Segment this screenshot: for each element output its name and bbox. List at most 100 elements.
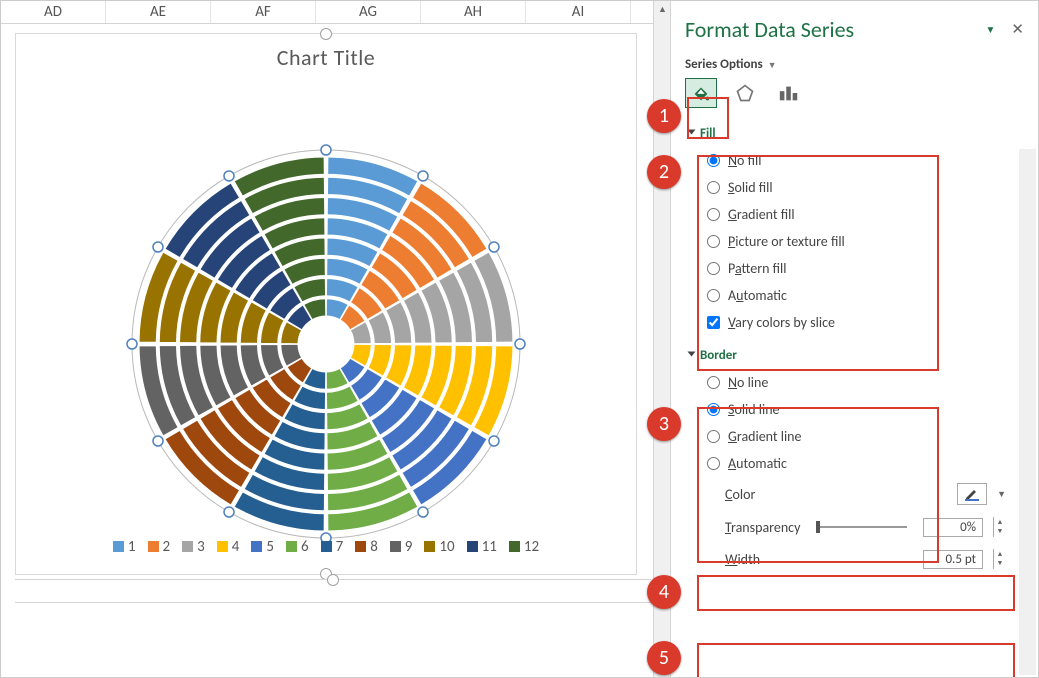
legend-item[interactable]: 9: [390, 538, 413, 556]
legend-swatch: [286, 541, 297, 552]
legend-swatch: [321, 541, 332, 552]
border-option-gradient[interactable]: Gradient line: [685, 423, 1010, 450]
scroll-up-icon[interactable]: ▲: [654, 1, 671, 18]
legend-label: 2: [163, 538, 171, 556]
radio-solid-fill[interactable]: [707, 181, 720, 194]
fill-option-picture[interactable]: Picture or texture fill: [685, 228, 1010, 255]
border-option-automatic[interactable]: Automatic: [685, 450, 1010, 477]
col-header[interactable]: AH: [421, 1, 526, 23]
legend-item[interactable]: 12: [509, 538, 539, 556]
vary-colors-checkbox-row[interactable]: Vary colors by slice: [685, 309, 1010, 336]
legend-item[interactable]: 3: [182, 538, 205, 556]
fill-option-solid[interactable]: Solid fill: [685, 174, 1010, 201]
border-heading-label: Border: [700, 348, 737, 363]
chart-object[interactable]: Chart Title 123456789101112: [15, 33, 637, 575]
tab-series-options[interactable]: [773, 78, 805, 108]
legend-label: 12: [524, 538, 539, 556]
tab-effects[interactable]: [729, 78, 761, 108]
radio-no-fill[interactable]: [707, 154, 720, 167]
col-header[interactable]: AI: [526, 1, 631, 23]
border-section-header[interactable]: Border: [685, 342, 1010, 369]
chart-handle[interactable]: [327, 574, 339, 586]
border-option-solid[interactable]: Solid line: [685, 396, 1010, 423]
legend-item[interactable]: 6: [286, 538, 309, 556]
legend-item[interactable]: 4: [217, 538, 240, 556]
sunburst-chart[interactable]: [126, 144, 526, 548]
width-label: Width: [725, 551, 760, 568]
fill-option-automatic[interactable]: Automatic: [685, 282, 1010, 309]
legend-label: 8: [370, 538, 378, 556]
width-value[interactable]: 0.5 pt: [923, 550, 983, 569]
fill-section-header[interactable]: Fill: [685, 120, 1010, 147]
pane-vscrollbar[interactable]: [1019, 149, 1036, 675]
col-header[interactable]: AD: [1, 1, 106, 23]
fill-option-no-fill[interactable]: NNo fillo fill: [685, 147, 1010, 174]
series-options-dropdown[interactable]: Series Options ▼: [671, 49, 1038, 78]
width-row: Width 0.5 pt ▲▼: [685, 543, 1010, 575]
callout-number: 1: [647, 99, 681, 133]
spinner-buttons[interactable]: ▲▼: [993, 517, 1006, 537]
legend-swatch: [467, 541, 478, 552]
legend-label: 11: [482, 538, 497, 556]
col-header[interactable]: AF: [211, 1, 316, 23]
transparency-value[interactable]: 0%: [923, 518, 983, 537]
legend-swatch: [424, 541, 435, 552]
col-header[interactable]: AG: [316, 1, 421, 23]
legend-item[interactable]: 2: [148, 538, 171, 556]
color-picker-button[interactable]: [957, 483, 987, 505]
pane-header: Format Data Series ▼ ✕: [671, 1, 1038, 49]
legend-item[interactable]: 7: [321, 538, 344, 556]
radio-gradient-fill[interactable]: [707, 208, 720, 221]
chart-legend[interactable]: 123456789101112: [16, 538, 636, 556]
pen-color-icon: [964, 486, 980, 502]
radio-automatic-line[interactable]: [707, 457, 720, 470]
checkbox-vary-colors[interactable]: [707, 316, 720, 329]
radio-automatic-fill[interactable]: [707, 289, 720, 302]
worksheet-row[interactable]: [15, 579, 651, 603]
spinner-buttons[interactable]: ▲▼: [993, 549, 1006, 569]
radio-pattern-fill[interactable]: [707, 262, 720, 275]
legend-swatch: [355, 541, 366, 552]
legend-label: 9: [405, 538, 413, 556]
legend-item[interactable]: 11: [467, 538, 497, 556]
legend-swatch: [182, 541, 193, 552]
chevron-down-icon[interactable]: ▼: [997, 489, 1006, 500]
radio-no-line[interactable]: [707, 376, 720, 389]
close-icon[interactable]: ✕: [1011, 20, 1024, 39]
legend-item[interactable]: 8: [355, 538, 378, 556]
legend-swatch: [217, 541, 228, 552]
callout-number: 5: [647, 641, 681, 675]
legend-item[interactable]: 5: [251, 538, 274, 556]
border-option-no-line[interactable]: No line: [685, 369, 1010, 396]
radio-gradient-line[interactable]: [707, 430, 720, 443]
transparency-slider[interactable]: [816, 526, 907, 528]
radio-picture-fill[interactable]: [707, 235, 720, 248]
fill-option-pattern[interactable]: Pattern fill: [685, 255, 1010, 282]
tab-fill-and-line[interactable]: [685, 78, 717, 108]
radio-solid-line[interactable]: [707, 403, 720, 416]
legend-swatch: [148, 541, 159, 552]
worksheet-area: AD AE AF AG AH AI ▲ Chart Title 12345678…: [1, 1, 671, 678]
legend-label: 1: [128, 538, 136, 556]
legend-label: 6: [301, 538, 309, 556]
pane-title: Format Data Series: [685, 16, 986, 43]
legend-swatch: [390, 541, 401, 552]
legend-label: 4: [232, 538, 240, 556]
callout-number: 4: [647, 575, 681, 609]
col-header[interactable]: AE: [106, 1, 211, 23]
format-task-pane: Format Data Series ▼ ✕ Series Options ▼ …: [670, 1, 1038, 678]
legend-label: 5: [266, 538, 274, 556]
legend-item[interactable]: 10: [424, 538, 454, 556]
paint-bucket-icon: [690, 82, 712, 104]
callout-number: 2: [647, 155, 681, 189]
legend-swatch: [251, 541, 262, 552]
color-row: Color ▼: [685, 477, 1010, 511]
legend-swatch: [113, 541, 124, 552]
chart-title[interactable]: Chart Title: [16, 44, 636, 71]
chart-handle[interactable]: [320, 28, 332, 40]
fill-option-gradient[interactable]: Gradient fill: [685, 201, 1010, 228]
chevron-down-icon: ▼: [768, 60, 777, 71]
column-headers: AD AE AF AG AH AI: [1, 1, 671, 24]
legend-item[interactable]: 1: [113, 538, 136, 556]
pane-options-dropdown-icon[interactable]: ▼: [986, 23, 996, 36]
